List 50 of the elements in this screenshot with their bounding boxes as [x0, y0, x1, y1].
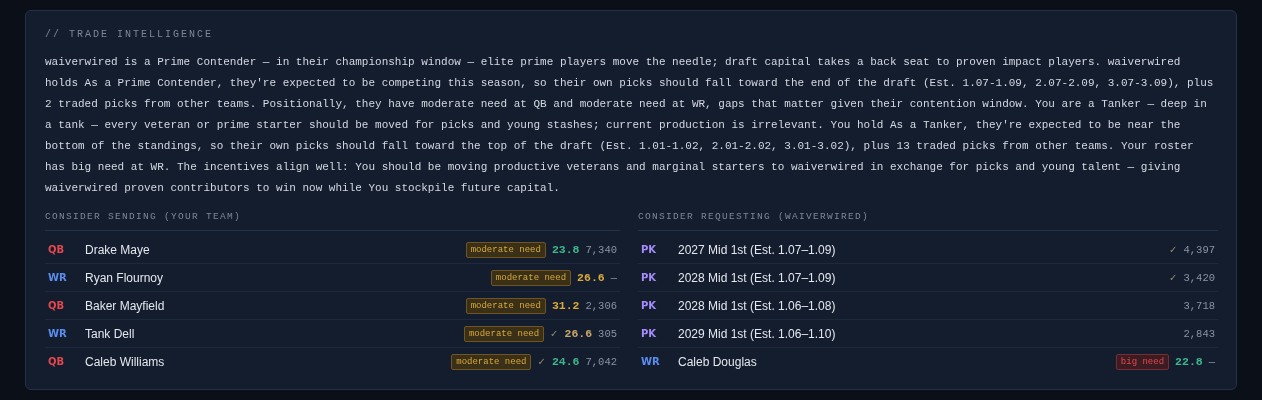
position-label: WR [641, 356, 661, 367]
asset-name: Caleb Douglas [678, 354, 758, 369]
asset-name: 2027 Mid 1st (Est. 1.07–1.09) [678, 242, 837, 257]
asset-name: Baker Mayfield [85, 298, 166, 313]
need-badge: big need [1115, 353, 1170, 370]
position-label: QB [48, 300, 66, 311]
trade-value: 3,420 [1183, 271, 1215, 284]
need-badge: moderate need [451, 353, 532, 370]
check-icon: ✓ [537, 356, 546, 367]
column-heading: CONSIDER REQUESTING (WAIVERWIRED) [638, 205, 1218, 231]
age-value: 22.8 [1175, 355, 1203, 368]
position-label: QB [48, 244, 66, 255]
check-icon: ✓ [550, 328, 559, 339]
trade-value: 2,843 [1183, 327, 1215, 340]
trade-value: 3,718 [1183, 299, 1215, 312]
asset-name: Caleb Williams [85, 354, 166, 369]
asset-name: Drake Maye [85, 242, 151, 257]
trade-value: — [610, 271, 617, 284]
position-label: WR [48, 328, 68, 339]
trade-value: 305 [598, 327, 617, 340]
asset-name: Ryan Flournoy [85, 270, 165, 285]
age-value: 31.2 [551, 299, 580, 312]
position-label: QB [48, 356, 66, 367]
age-value: 26.6 [577, 271, 605, 284]
position-label: WR [48, 272, 68, 283]
trade-value: 7,340 [585, 243, 617, 256]
trade-value: 4,397 [1183, 243, 1215, 256]
check-icon: ✓ [1169, 244, 1178, 255]
trade-value: — [1208, 355, 1215, 368]
age-value: 26.6 [564, 327, 593, 340]
need-badge: moderate need [463, 325, 545, 342]
trade-value: 2,306 [585, 299, 617, 312]
position-label: PK [641, 272, 658, 283]
asset-name: Tank Dell [85, 326, 136, 341]
need-badge: moderate need [465, 297, 546, 314]
need-badge: moderate need [465, 241, 546, 258]
check-icon: ✓ [1169, 272, 1178, 283]
summary-paragraph: waiverwired is a Prime Contender — in their championship window — elite prime players move the needle; draft capital takes a back seat to proven impact players. waiverwired holds As a Prime Contender, they're expected to be competing this season, so their own picks should fall toward the end of the draft (Est. 1.07-1.09, 2.07-2.09, 3.07-3.09), plus 2 traded picks from other teams. Positionally, they have moderate need at QB and moderate need at WR, gaps that matter given their contention window. You are a Tanker — deep in a tank — every veteran or prime starter should be moved for picks and young stashes; current production is irrelevant. You hold As a Tanker, they're expected to be near the bottom of the standings, so their own picks should fall toward the top of the draft (Est. 1.01-1.02, 2.01-2.02, 3.01-3.02), plus 13 traded picks from other teams. Your roster has big need at WR. The incentives align well: You should be moving productive veterans and marginal starters to waiverwired in exchange for picks and young talent — giving waiverwired proven contributors to win now while You stockpile future capital. [45, 55, 1215, 196]
column-heading: CONSIDER SENDING (YOUR TEAM) [45, 205, 620, 231]
age-value: 23.8 [551, 243, 580, 256]
trade-value: 7,042 [585, 355, 617, 368]
age-value: 24.6 [551, 355, 580, 368]
asset-name: 2028 Mid 1st (Est. 1.06–1.08) [678, 298, 837, 313]
position-label: PK [641, 300, 658, 311]
asset-name: 2029 Mid 1st (Est. 1.06–1.10) [678, 326, 837, 341]
asset-name: 2028 Mid 1st (Est. 1.07–1.09) [678, 270, 837, 285]
section-heading: // TRADE INTELLIGENCE [45, 28, 215, 42]
position-label: PK [641, 328, 658, 339]
position-label: PK [641, 244, 658, 255]
need-badge: moderate need [490, 269, 572, 286]
